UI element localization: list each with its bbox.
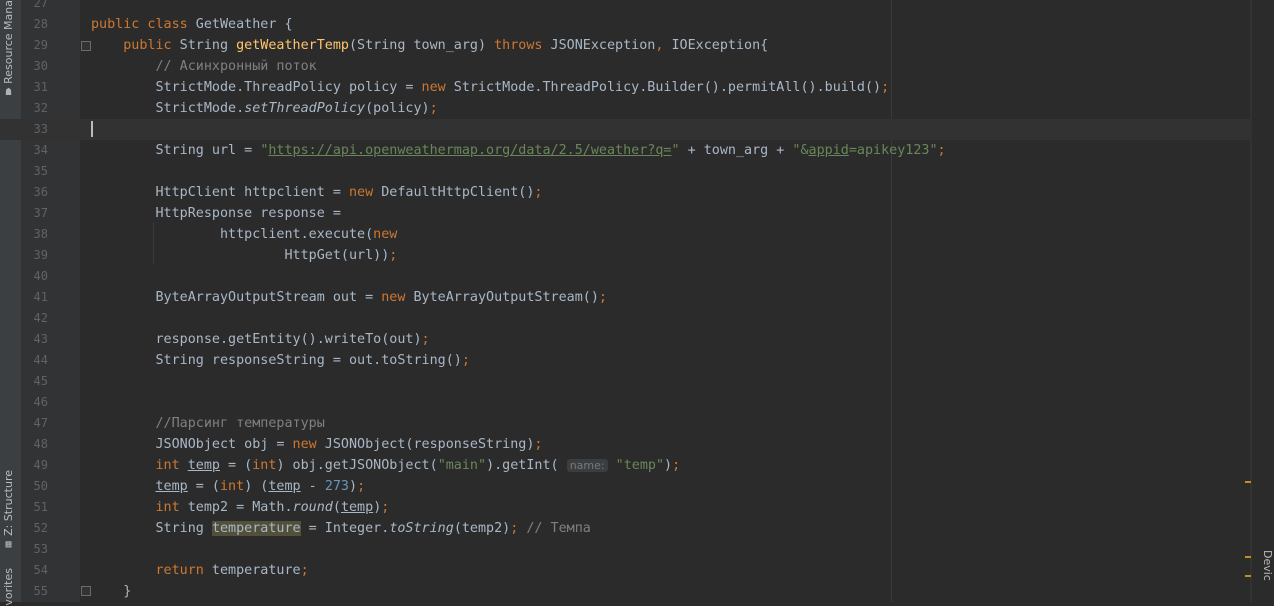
- code-line[interactable]: 53: [0, 539, 1274, 560]
- code-text[interactable]: int temp2 = Math.round(temp);: [91, 497, 390, 518]
- line-number: 48: [33, 437, 48, 451]
- code-text[interactable]: int temp = (int) obj.getJSONObject("main…: [91, 455, 681, 476]
- line-number: 27: [33, 0, 48, 10]
- line-number: 37: [33, 206, 48, 220]
- code-line[interactable]: 49 int temp = (int) obj.getJSONObject("m…: [0, 455, 1274, 476]
- code-text[interactable]: JSONObject obj = new JSONObject(response…: [91, 434, 542, 455]
- line-number: 43: [33, 332, 48, 346]
- code-line[interactable]: 48 JSONObject obj = new JSONObject(respo…: [0, 434, 1274, 455]
- code-line[interactable]: 39 HttpGet(url));: [0, 245, 1274, 266]
- line-number: 31: [33, 80, 48, 94]
- code-line[interactable]: 38 httpclient.execute(new: [0, 224, 1274, 245]
- code-text[interactable]: HttpResponse response =: [91, 203, 340, 224]
- code-text[interactable]: StrictMode.setThreadPolicy(policy);: [91, 98, 437, 119]
- code-line[interactable]: 54 return temperature;: [0, 560, 1274, 581]
- code-line[interactable]: 41 ByteArrayOutputStream out = new ByteA…: [0, 287, 1274, 308]
- code-line[interactable]: 34 String url = "https://api.openweather…: [0, 140, 1274, 161]
- code-text[interactable]: StrictMode.ThreadPolicy policy = new Str…: [91, 77, 889, 98]
- line-number: 35: [33, 164, 48, 178]
- line-number: 33: [33, 122, 48, 136]
- code-text[interactable]: public class GetWeather {: [91, 14, 293, 35]
- code-line[interactable]: 47 //Парсинг температуры: [0, 413, 1274, 434]
- code-line[interactable]: 30 // Асинхронный поток: [0, 56, 1274, 77]
- line-number: 39: [33, 248, 48, 262]
- code-line[interactable]: 43 response.getEntity().writeTo(out);: [0, 329, 1274, 350]
- code-text[interactable]: HttpGet(url));: [91, 245, 397, 266]
- line-number: 41: [33, 290, 48, 304]
- code-line[interactable]: 44 String responseString = out.toString(…: [0, 350, 1274, 371]
- line-number: 53: [33, 542, 48, 556]
- code-line[interactable]: 50 temp = (int) (temp - 273);: [0, 476, 1274, 497]
- code-line[interactable]: 33: [0, 119, 1274, 140]
- line-number: 30: [33, 59, 48, 73]
- code-line[interactable]: 36 HttpClient httpclient = new DefaultHt…: [0, 182, 1274, 203]
- device-tab-label: Devic: [1261, 550, 1274, 581]
- right-tool-strip: Devic: [1251, 0, 1274, 602]
- line-number: 28: [33, 17, 48, 31]
- code-line[interactable]: 45: [0, 371, 1274, 392]
- code-line[interactable]: 51 int temp2 = Math.round(temp);: [0, 497, 1274, 518]
- code-line[interactable]: 37 HttpResponse response =: [0, 203, 1274, 224]
- code-text[interactable]: response.getEntity().writeTo(out);: [91, 329, 429, 350]
- line-number: 51: [33, 500, 48, 514]
- code-text[interactable]: String temperature = Integer.toString(te…: [91, 518, 591, 539]
- code-line[interactable]: 28 public class GetWeather {: [0, 14, 1274, 35]
- line-number: 50: [33, 479, 48, 493]
- line-number: 40: [33, 269, 48, 283]
- fold-marker-method[interactable]: [81, 41, 91, 51]
- code-text[interactable]: public String getWeatherTemp(String town…: [91, 35, 768, 56]
- line-number: 38: [33, 227, 48, 241]
- line-number: 32: [33, 101, 48, 115]
- code-line[interactable]: 31 StrictMode.ThreadPolicy policy = new …: [0, 77, 1274, 98]
- code-text[interactable]: String url = "https://api.openweathermap…: [91, 140, 945, 161]
- code-line[interactable]: 40: [0, 266, 1274, 287]
- code-text[interactable]: return temperature;: [91, 560, 309, 581]
- text-caret: [91, 121, 93, 137]
- code-text[interactable]: String responseString = out.toString();: [91, 350, 469, 371]
- code-line[interactable]: 29 public String getWeatherTemp(String t…: [0, 35, 1274, 56]
- code-line[interactable]: 42: [0, 308, 1274, 329]
- code-line[interactable]: 32 StrictMode.setThreadPolicy(policy);: [0, 98, 1274, 119]
- line-number: 55: [33, 584, 48, 598]
- code-text[interactable]: // Асинхронный поток: [91, 56, 317, 77]
- line-number: 29: [33, 38, 48, 52]
- code-line[interactable]: 46: [0, 392, 1274, 413]
- line-number: 44: [33, 353, 48, 367]
- code-line[interactable]: 27: [0, 0, 1274, 14]
- fold-marker-method-end[interactable]: [81, 586, 91, 596]
- code-line[interactable]: 55 }: [0, 581, 1274, 602]
- code-text[interactable]: HttpClient httpclient = new DefaultHttpC…: [91, 182, 542, 203]
- code-text[interactable]: ByteArrayOutputStream out = new ByteArra…: [91, 287, 606, 308]
- line-number: 47: [33, 416, 48, 430]
- line-number: 34: [33, 143, 48, 157]
- device-file-explorer-tab[interactable]: Devic: [1260, 550, 1274, 581]
- line-number: 52: [33, 521, 48, 535]
- line-number: 54: [33, 563, 48, 577]
- code-text[interactable]: //Парсинг температуры: [91, 413, 325, 434]
- line-number: 49: [33, 458, 48, 472]
- code-text[interactable]: httpclient.execute(new: [91, 224, 397, 245]
- line-number: 42: [33, 311, 48, 325]
- line-number: 36: [33, 185, 48, 199]
- code-line[interactable]: 35: [0, 161, 1274, 182]
- code-line[interactable]: 52 String temperature = Integer.toString…: [0, 518, 1274, 539]
- indent-guide: [153, 222, 154, 264]
- code-text[interactable]: }: [91, 581, 131, 602]
- line-number: 45: [33, 374, 48, 388]
- line-number: 46: [33, 395, 48, 409]
- code-text[interactable]: temp = (int) (temp - 273);: [91, 476, 366, 497]
